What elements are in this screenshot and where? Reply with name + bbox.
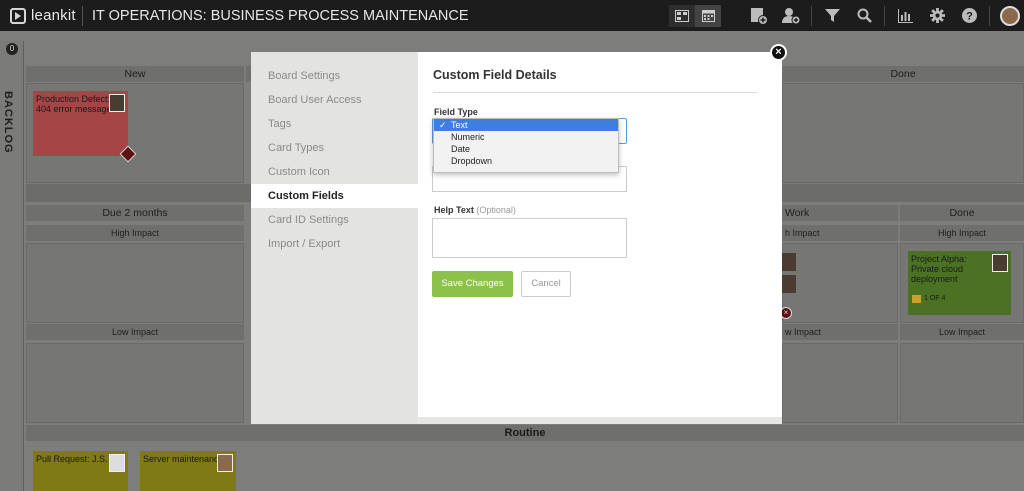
- analytics-button[interactable]: [889, 0, 921, 31]
- sublane-body: [782, 343, 898, 423]
- nav-board-user-access[interactable]: Board User Access: [251, 88, 418, 112]
- backlog-count: 0: [6, 43, 18, 55]
- board-title: IT OPERATIONS: BUSINESS PROCESS MAINTENA…: [82, 5, 469, 26]
- board-view-button[interactable]: [669, 4, 695, 27]
- backlog-label: BACKLOG: [2, 91, 14, 154]
- assignee-avatar: [217, 454, 233, 472]
- add-card-button[interactable]: [743, 0, 775, 31]
- add-user-icon: [782, 7, 800, 24]
- card-server-maintenance[interactable]: Server maintenance: [140, 451, 236, 491]
- help-button[interactable]: ?: [953, 0, 985, 31]
- calendar-icon: [701, 10, 715, 22]
- lane-header-work[interactable]: Work: [782, 205, 898, 221]
- custom-field-details-panel: Custom Field Details Field Type Help Tex…: [418, 52, 782, 417]
- calendar-view-button[interactable]: [695, 4, 721, 27]
- close-modal-button[interactable]: ×: [770, 44, 787, 61]
- card-title: Pull Request: J.S.: [36, 454, 108, 464]
- nav-board-settings[interactable]: Board Settings: [251, 64, 418, 88]
- filter-button[interactable]: [816, 0, 848, 31]
- help-text-textarea[interactable]: [432, 218, 627, 258]
- backlog-column[interactable]: 0 BACKLOG: [0, 41, 24, 491]
- sublane-body: [26, 243, 244, 323]
- assignee-avatar: [109, 454, 125, 472]
- card-pull-request[interactable]: Pull Request: J.S.: [33, 451, 128, 491]
- swimlane-routine[interactable]: Routine: [26, 425, 1024, 441]
- sublane-low-impact-done[interactable]: Low Impact: [900, 324, 1024, 340]
- nav-card-types[interactable]: Card Types: [251, 136, 418, 160]
- lane-done-top: [782, 83, 1024, 183]
- subtask-progress: 1 OF 4: [924, 295, 946, 302]
- option-numeric[interactable]: Numeric: [434, 131, 618, 143]
- lane-header-new[interactable]: New: [26, 66, 244, 82]
- optional-hint: (Optional): [476, 205, 516, 215]
- sublane-low-impact-work[interactable]: w Impact: [782, 324, 898, 340]
- toolbar-separator: [989, 5, 990, 26]
- sublane-high-impact-done[interactable]: High Impact: [900, 225, 1024, 241]
- toolbar-separator: [811, 5, 812, 26]
- sublane-high-impact[interactable]: High Impact: [26, 225, 244, 241]
- assignee-avatar: [992, 254, 1008, 272]
- card-title: Project Alpha: Private cloud deployment: [911, 254, 967, 284]
- field-type-label: Field Type: [434, 107, 478, 117]
- checkmark-icon: ✓: [439, 120, 447, 130]
- card-title: Server maintenance: [143, 454, 224, 464]
- help-text-label: Help Text (Optional): [434, 205, 516, 215]
- nav-custom-icon[interactable]: Custom Icon: [251, 160, 418, 184]
- lane-header-done[interactable]: Done: [782, 66, 1024, 82]
- nav-import-export[interactable]: Import / Export: [251, 232, 418, 256]
- user-avatar[interactable]: [1000, 5, 1020, 26]
- settings-nav: Board Settings Board User Access Tags Ca…: [251, 52, 418, 424]
- save-changes-button[interactable]: Save Changes: [432, 271, 513, 297]
- nav-card-id-settings[interactable]: Card ID Settings: [251, 208, 418, 232]
- add-card-icon: [751, 7, 768, 25]
- analytics-icon: [897, 8, 913, 23]
- assignee-avatar: [782, 253, 796, 271]
- panel-title: Custom Field Details: [433, 68, 557, 82]
- nav-tags[interactable]: Tags: [251, 112, 418, 136]
- sublane-body: [26, 343, 244, 423]
- board-view-icon: [675, 9, 689, 22]
- option-date[interactable]: Date: [434, 143, 618, 155]
- assignee-avatar: [782, 275, 796, 293]
- warning-icon: [912, 295, 921, 303]
- field-type-dropdown-list: ✓ Text Numeric Date Dropdown: [433, 118, 619, 173]
- assignee-avatar: [109, 94, 125, 112]
- option-dropdown[interactable]: Dropdown: [434, 155, 618, 167]
- sublane-body: [782, 243, 898, 323]
- title-divider: [433, 92, 757, 93]
- add-user-button[interactable]: [775, 0, 807, 31]
- sublane-body: [900, 343, 1024, 423]
- sublane-high-impact-work[interactable]: h Impact: [782, 225, 898, 241]
- toolbar-separator: [884, 5, 885, 26]
- search-button[interactable]: [848, 0, 880, 31]
- settings-icon: [929, 8, 945, 23]
- app-logo[interactable]: leankit: [0, 7, 82, 24]
- nav-custom-fields[interactable]: Custom Fields: [251, 184, 418, 208]
- top-bar: leankit IT OPERATIONS: BUSINESS PROCESS …: [0, 0, 1024, 31]
- settings-button[interactable]: [921, 0, 953, 31]
- lane-header-done-mid[interactable]: Done: [900, 205, 1024, 221]
- search-icon: [857, 8, 872, 23]
- card-title: Production Defect: 404 error message: [36, 94, 112, 114]
- sublane-low-impact[interactable]: Low Impact: [26, 324, 244, 340]
- cancel-button[interactable]: Cancel: [521, 271, 571, 297]
- svg-text:?: ?: [966, 11, 973, 23]
- help-icon: ?: [961, 8, 977, 23]
- card-project-alpha[interactable]: Project Alpha: Private cloud deployment …: [908, 251, 1011, 315]
- board-settings-modal: Board Settings Board User Access Tags Ca…: [251, 52, 782, 424]
- leankit-logo-icon: [10, 7, 26, 24]
- card-production-defect[interactable]: Production Defect: 404 error message: [33, 91, 128, 156]
- logo-text: leankit: [31, 7, 76, 24]
- option-text[interactable]: ✓ Text: [434, 119, 618, 131]
- filter-icon: [824, 9, 840, 22]
- lane-header-due[interactable]: Due 2 months: [26, 205, 244, 221]
